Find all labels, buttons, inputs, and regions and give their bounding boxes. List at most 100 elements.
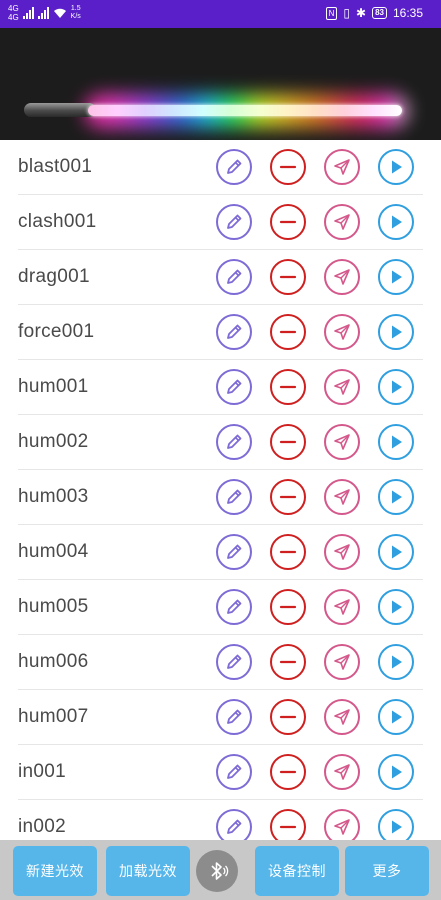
play-button[interactable] — [378, 369, 414, 405]
list-item[interactable]: hum005 — [18, 580, 423, 635]
remove-button[interactable] — [270, 754, 306, 790]
play-button[interactable] — [378, 259, 414, 295]
list-item[interactable]: hum006 — [18, 635, 423, 690]
edit-button[interactable] — [216, 644, 252, 680]
play-button[interactable] — [378, 589, 414, 625]
clock: 16:35 — [392, 6, 423, 20]
network-type-2: 4G — [8, 13, 19, 22]
edit-button[interactable] — [216, 699, 252, 735]
battery-icon: 83 — [372, 7, 387, 19]
list-item[interactable]: drag001 — [18, 250, 423, 305]
nfc-icon: N — [325, 6, 338, 20]
remove-icon — [277, 376, 299, 398]
remove-icon — [277, 596, 299, 618]
edit-button[interactable] — [216, 149, 252, 185]
send-button[interactable] — [324, 644, 360, 680]
remove-button[interactable] — [270, 424, 306, 460]
list-item[interactable]: clash001 — [18, 195, 423, 250]
play-button[interactable] — [378, 644, 414, 680]
send-button[interactable] — [324, 259, 360, 295]
play-button[interactable] — [378, 204, 414, 240]
edit-icon — [223, 651, 245, 673]
list-item[interactable]: hum007 — [18, 690, 423, 745]
play-button[interactable] — [378, 149, 414, 185]
send-icon — [331, 211, 353, 233]
effect-name: hum002 — [18, 431, 89, 452]
remove-button[interactable] — [270, 644, 306, 680]
wifi-icon — [53, 8, 66, 18]
play-icon — [385, 211, 407, 233]
effect-name: drag001 — [18, 266, 90, 287]
send-icon — [331, 376, 353, 398]
edit-button[interactable] — [216, 534, 252, 570]
list-item[interactable]: hum001 — [18, 360, 423, 415]
edit-button[interactable] — [216, 204, 252, 240]
bluetooth-icon — [211, 862, 229, 880]
list-item[interactable]: blast001 — [18, 140, 423, 195]
remove-button[interactable] — [270, 369, 306, 405]
play-button[interactable] — [378, 534, 414, 570]
remove-button[interactable] — [270, 314, 306, 350]
send-button[interactable] — [324, 479, 360, 515]
remove-button[interactable] — [270, 534, 306, 570]
list-item[interactable]: in001 — [18, 745, 423, 800]
send-icon — [331, 266, 353, 288]
effect-list[interactable]: blast001 clash001 drag001 force001 hum001 hum… — [0, 140, 441, 840]
edit-button[interactable] — [216, 259, 252, 295]
edit-button[interactable] — [216, 314, 252, 350]
edit-icon — [223, 431, 245, 453]
send-button[interactable] — [324, 809, 360, 840]
send-button[interactable] — [324, 149, 360, 185]
remove-button[interactable] — [270, 699, 306, 735]
edit-button[interactable] — [216, 479, 252, 515]
send-button[interactable] — [324, 534, 360, 570]
play-button[interactable] — [378, 754, 414, 790]
device-control-button[interactable]: 设备控制 — [255, 846, 339, 896]
remove-button[interactable] — [270, 589, 306, 625]
play-button[interactable] — [378, 699, 414, 735]
edit-icon — [223, 321, 245, 343]
edit-button[interactable] — [216, 809, 252, 840]
play-button[interactable] — [378, 424, 414, 460]
load-effect-button[interactable]: 加载光效 — [106, 846, 190, 896]
list-item[interactable]: in002 — [18, 800, 423, 840]
list-item[interactable]: hum002 — [18, 415, 423, 470]
send-icon — [331, 541, 353, 563]
send-button[interactable] — [324, 314, 360, 350]
send-button[interactable] — [324, 424, 360, 460]
edit-button[interactable] — [216, 754, 252, 790]
remove-button[interactable] — [270, 479, 306, 515]
effect-name: hum001 — [18, 376, 89, 397]
remove-button[interactable] — [270, 149, 306, 185]
new-effect-button[interactable]: 新建光效 — [13, 846, 97, 896]
edit-button[interactable] — [216, 424, 252, 460]
speed-unit: K/s — [70, 13, 81, 20]
send-button[interactable] — [324, 754, 360, 790]
edit-button[interactable] — [216, 589, 252, 625]
send-button[interactable] — [324, 589, 360, 625]
remove-button[interactable] — [270, 259, 306, 295]
bluetooth-button[interactable] — [196, 850, 238, 892]
more-button[interactable]: 更多 — [345, 846, 429, 896]
remove-icon — [277, 706, 299, 728]
send-button[interactable] — [324, 204, 360, 240]
list-item[interactable]: hum003 — [18, 470, 423, 525]
play-button[interactable] — [378, 809, 414, 840]
remove-button[interactable] — [270, 809, 306, 840]
remove-icon — [277, 431, 299, 453]
play-button[interactable] — [378, 314, 414, 350]
list-item[interactable]: hum004 — [18, 525, 423, 580]
list-item[interactable]: force001 — [18, 305, 423, 360]
effect-name: blast001 — [18, 156, 93, 177]
system-indicators: N ▯ ✱ 83 16:35 — [325, 6, 423, 20]
effect-name: hum004 — [18, 541, 89, 562]
status-bar: 4G 4G 1.5 K/s N ▯ ✱ 83 16:35 — [0, 0, 441, 28]
play-button[interactable] — [378, 479, 414, 515]
send-button[interactable] — [324, 699, 360, 735]
edit-button[interactable] — [216, 369, 252, 405]
send-icon — [331, 486, 353, 508]
send-icon — [331, 816, 353, 838]
remove-button[interactable] — [270, 204, 306, 240]
network-type-1: 4G — [8, 4, 19, 13]
send-button[interactable] — [324, 369, 360, 405]
